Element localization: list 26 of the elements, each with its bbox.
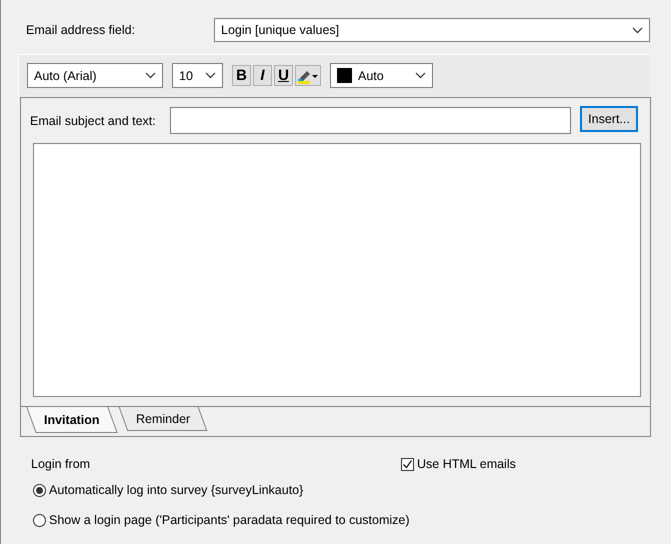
radio-option[interactable]: Show a login page ('Participants' paradata required to customize) xyxy=(33,513,671,527)
tab[interactable]: Reminder xyxy=(118,407,208,432)
subject-field[interactable] xyxy=(170,107,571,134)
highlight-button[interactable] xyxy=(295,65,321,86)
chevron-down-icon xyxy=(145,72,156,79)
radio-option[interactable]: Automatically log into survey {surveyLinkauto} xyxy=(33,483,671,497)
field-label: Email address field: xyxy=(26,23,136,37)
chevron-down-icon xyxy=(415,72,426,79)
check-icon xyxy=(402,458,413,470)
tab[interactable]: Invitation xyxy=(26,407,118,434)
italic-button[interactable]: I xyxy=(253,65,272,86)
color-dropdown[interactable]: Auto xyxy=(330,63,433,88)
subject-label: Email subject and text: xyxy=(30,114,157,128)
radio-button[interactable] xyxy=(33,514,46,526)
font-dropdown[interactable]: Auto (Arial) xyxy=(27,63,163,88)
radio-button[interactable] xyxy=(33,484,46,496)
chevron-down-icon xyxy=(632,26,643,34)
underline-button[interactable]: U xyxy=(274,65,293,86)
html-emails-checkbox[interactable]: Use HTML emails xyxy=(401,457,516,471)
email-field-dropdown[interactable]: Login [unique values] xyxy=(214,18,650,42)
chevron-down-icon xyxy=(205,72,216,79)
section-label: Login from xyxy=(31,457,92,471)
insert-button[interactable]: Insert... xyxy=(580,106,638,132)
size-dropdown[interactable]: 10 xyxy=(172,63,223,88)
checkbox[interactable] xyxy=(401,458,414,470)
bold-button[interactable]: B xyxy=(232,65,251,86)
